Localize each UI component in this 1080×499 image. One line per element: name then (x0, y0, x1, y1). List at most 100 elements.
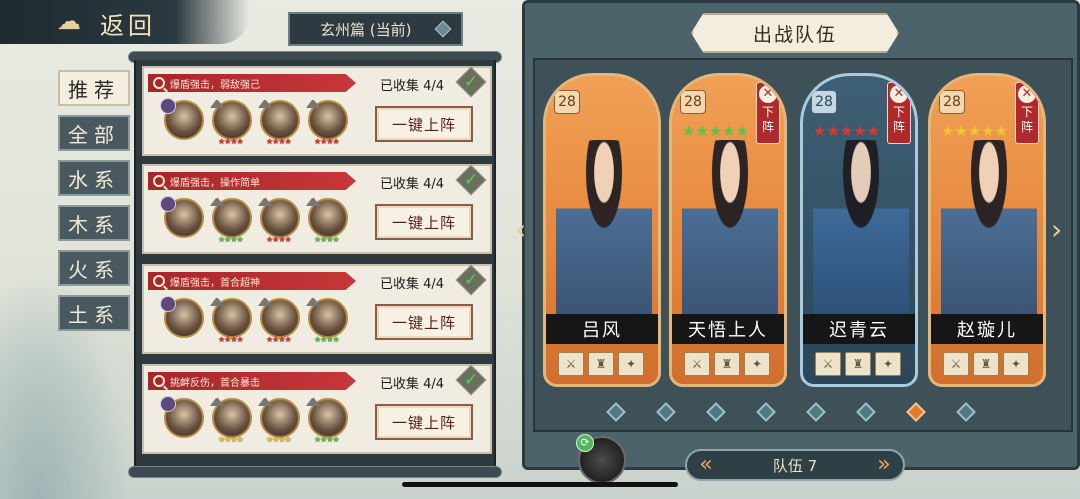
hero-stars: ★★★★★ (941, 122, 1009, 140)
hero-name: 赵璇儿 (931, 314, 1043, 344)
hero-avatar[interactable]: ★★★★ (258, 100, 300, 146)
hero-name: 迟青云 (803, 314, 915, 344)
tab-recommended[interactable]: 推荐 (58, 70, 130, 106)
armor-icon[interactable]: ♜ (714, 352, 740, 376)
hero-card[interactable]: 28 ✕ 下阵 ★★★★★ 天悟上人 ⚔ ♜ ✦ (669, 73, 787, 387)
team-panel: 出战队伍 ‹ › 28 吕风 ⚔ ♜ ✦ 28 ✕ 下阵 ★★★★★ 天悟上人 ⚔… (515, 0, 1080, 481)
armor-icon[interactable]: ♜ (588, 352, 614, 376)
hero-avatar[interactable]: ★★★★ (210, 298, 252, 344)
lineup-tag: 挑衅反伤，首合暴击 (148, 372, 356, 390)
armor-icon[interactable]: ♜ (973, 352, 999, 376)
hero-avatar[interactable] (160, 98, 204, 140)
lineup-tag: 爆盾强击，操作简单 (148, 172, 356, 190)
weapon-icon[interactable]: ⚔ (815, 352, 841, 376)
one-click-deploy-button[interactable]: 一键上阵 (375, 304, 473, 340)
diamond-dropdown-icon (434, 20, 452, 38)
lineup-tag-text: 爆盾强击，弱敌强己 (170, 79, 260, 91)
remove-label: 下阵 (892, 105, 905, 134)
page-dot-active[interactable] (906, 402, 926, 422)
page-dot[interactable] (956, 402, 976, 422)
tab-water[interactable]: 水系 (58, 160, 130, 196)
tab-wood[interactable]: 木系 (58, 205, 130, 241)
chevron-left-icon[interactable]: ‹ (515, 213, 537, 249)
hero-avatar[interactable]: ★★★★ (306, 100, 348, 146)
collected-check-icon: ✓ (455, 66, 487, 98)
hero-equipment: ⚔ ♜ ✦ (943, 352, 1029, 376)
hero-avatars: ★★★★ ★★★★ ★★★★ (160, 396, 348, 444)
formation-button[interactable]: ⟳ (576, 434, 626, 484)
hero-equipment: ⚔ ♜ ✦ (558, 352, 644, 376)
magnify-icon[interactable] (153, 175, 165, 187)
page-dot[interactable] (656, 402, 676, 422)
hero-card[interactable]: 28 ✕ 下阵 ★★★★★ 迟青云 ⚔ ♜ ✦ (800, 73, 918, 387)
star-rating: ★★★★ (218, 335, 244, 344)
magnify-icon[interactable] (153, 375, 165, 387)
taiji-icon (160, 396, 176, 412)
hero-avatar[interactable] (160, 396, 204, 438)
hero-name: 天悟上人 (672, 314, 784, 344)
armor-icon[interactable]: ♜ (845, 352, 871, 376)
tab-fire[interactable]: 火系 (58, 250, 130, 286)
hero-avatar[interactable]: ★★★★ (210, 198, 252, 244)
collected-check-icon: ✓ (455, 264, 487, 296)
accessory-icon[interactable]: ✦ (875, 352, 901, 376)
weapon-icon[interactable]: ⚔ (558, 352, 584, 376)
hero-avatar[interactable]: ★★★★ (210, 398, 252, 444)
collected-count: 已收集 4/4 (380, 177, 445, 192)
remove-hero-button[interactable]: ✕ 下阵 (1015, 82, 1039, 144)
chevron-right-icon[interactable]: › (1051, 213, 1073, 249)
hero-avatar[interactable]: ★★★★ (306, 298, 348, 344)
weapon-icon[interactable]: ⚔ (943, 352, 969, 376)
lineup-list[interactable]: 爆盾强击，弱敌强己 已收集 4/4 ✓ ★★★★ ★★★★ ★★★★ 一键上阵 … (134, 60, 496, 468)
collected-check-icon: ✓ (455, 164, 487, 196)
remove-hero-button[interactable]: ✕ 下阵 (887, 82, 911, 144)
lineup-tag: 爆盾强击，弱敌强己 (148, 74, 356, 92)
accessory-icon[interactable]: ✦ (618, 352, 644, 376)
lineup-tag-text: 挑衅反伤，首合暴击 (170, 377, 260, 389)
tab-earth[interactable]: 土系 (58, 295, 130, 331)
weapon-icon[interactable]: ⚔ (684, 352, 710, 376)
hero-card[interactable]: 28 吕风 ⚔ ♜ ✦ (543, 73, 661, 387)
hero-level: 28 (680, 90, 706, 114)
page-dot[interactable] (606, 402, 626, 422)
magnify-icon[interactable] (153, 77, 165, 89)
team-switcher: « 队伍 7 » (685, 449, 905, 481)
hero-card[interactable]: 28 ✕ 下阵 ★★★★★ 赵璇儿 ⚔ ♜ ✦ (928, 73, 1046, 387)
hero-avatar[interactable]: ★★★★ (258, 198, 300, 244)
chapter-selector[interactable]: 玄州篇 (当前) (288, 12, 463, 46)
star-rating: ★★★★ (266, 235, 292, 244)
hero-avatar[interactable]: ★★★★ (306, 398, 348, 444)
page-dot[interactable] (806, 402, 826, 422)
accessory-icon[interactable]: ✦ (1003, 352, 1029, 376)
chevron-left-icon[interactable]: « (695, 453, 717, 477)
remove-hero-button[interactable]: ✕ 下阵 (756, 82, 780, 144)
one-click-deploy-button[interactable]: 一键上阵 (375, 404, 473, 440)
class-icon (258, 394, 272, 406)
magnify-icon[interactable] (153, 275, 165, 287)
hero-portrait (941, 140, 1037, 320)
hero-avatar[interactable] (160, 196, 204, 238)
hero-avatar[interactable] (160, 296, 204, 338)
hero-avatar[interactable]: ★★★★ (258, 398, 300, 444)
lineup-card: 爆盾强击，首合超神 已收集 4/4 ✓ ★★★★ ★★★★ ★★★★ 一键上阵 (142, 264, 492, 354)
star-rating: ★★★★ (266, 335, 292, 344)
swap-icon: ⟳ (576, 434, 594, 452)
accessory-icon[interactable]: ✦ (744, 352, 770, 376)
star-rating: ★★★★ (314, 335, 340, 344)
remove-label: 下阵 (1020, 105, 1033, 134)
page-dot[interactable] (856, 402, 876, 422)
tab-all[interactable]: 全部 (58, 115, 130, 151)
hero-avatar[interactable]: ★★★★ (258, 298, 300, 344)
back-button[interactable]: ☁ 返回 (0, 0, 250, 44)
hero-avatar[interactable]: ★★★★ (210, 100, 252, 146)
page-dot[interactable] (706, 402, 726, 422)
chevron-right-icon[interactable]: » (873, 453, 895, 477)
hero-avatar[interactable]: ★★★★ (306, 198, 348, 244)
one-click-deploy-button[interactable]: 一键上阵 (375, 106, 473, 142)
lineup-tag-text: 爆盾强击，首合超神 (170, 277, 260, 289)
remove-label: 下阵 (761, 105, 774, 134)
one-click-deploy-button[interactable]: 一键上阵 (375, 204, 473, 240)
page-dot[interactable] (756, 402, 776, 422)
lineup-card: 爆盾强击，操作简单 已收集 4/4 ✓ ★★★★ ★★★★ ★★★★ 一键上阵 (142, 164, 492, 254)
star-rating: ★★★★ (314, 235, 340, 244)
